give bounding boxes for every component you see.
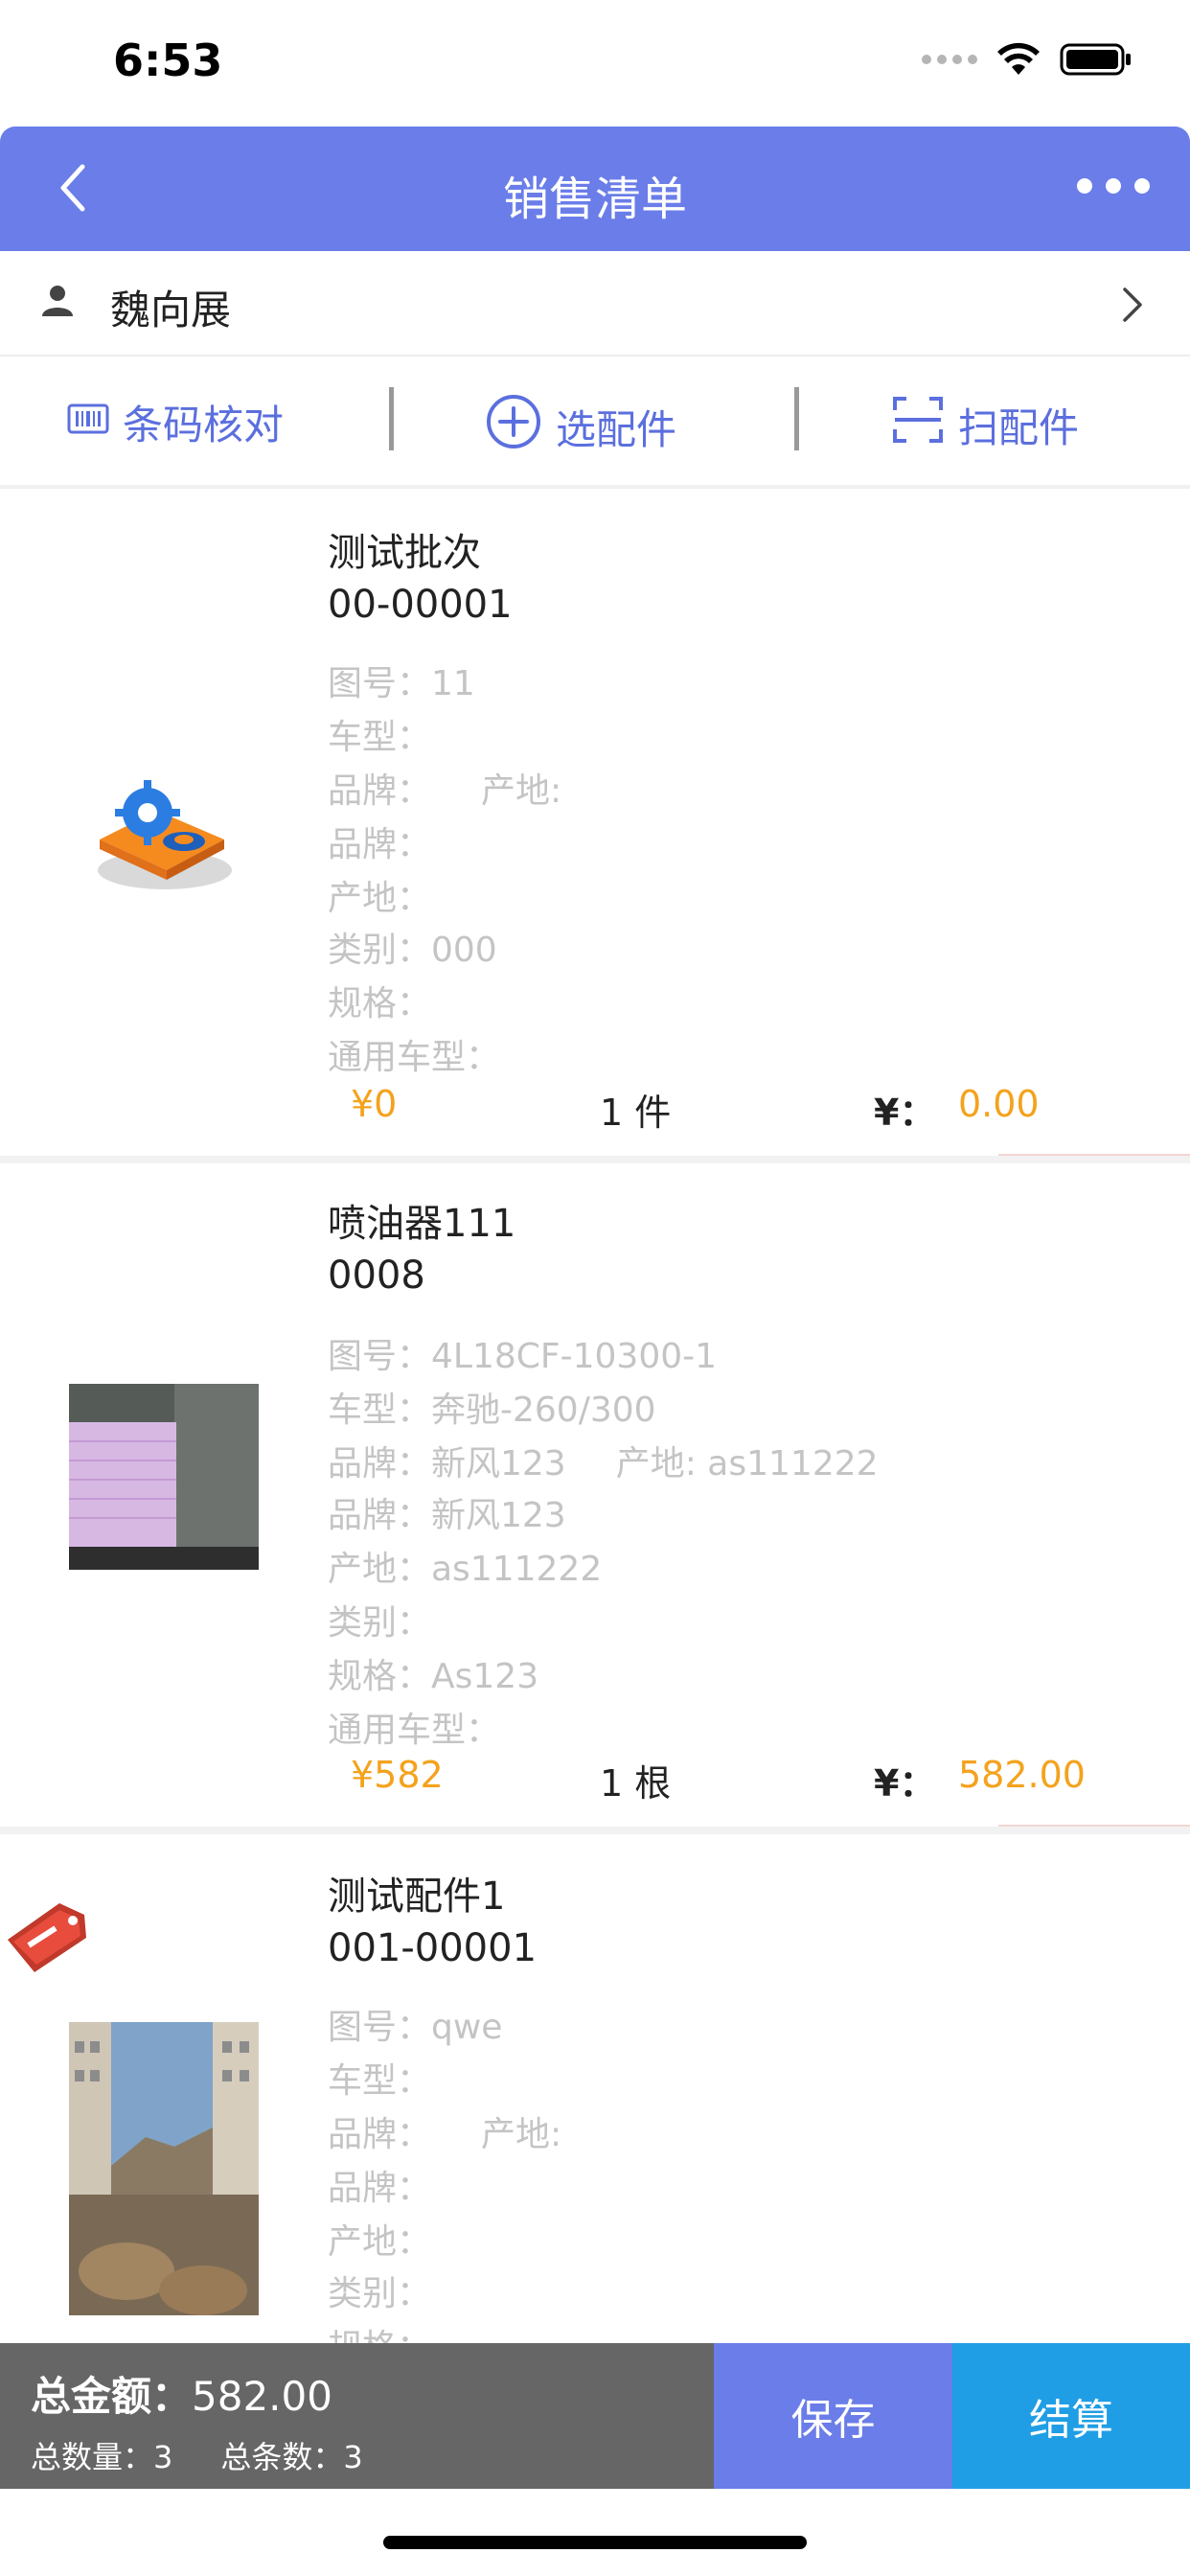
item-brand-origin: 品牌：新风123 产地: as111222: [328, 1436, 879, 1485]
brand-label: 品牌：: [328, 771, 432, 811]
chevron-right-icon: [1117, 284, 1146, 330]
more-icon[interactable]: [1077, 178, 1150, 194]
item-amount-label: ¥：: [874, 1092, 936, 1134]
divider: [389, 387, 394, 450]
item-universal-model: 通用车型：: [328, 1711, 501, 1750]
item-brand-origin: 品牌： 产地:: [328, 2106, 561, 2156]
total-counts: 总数量：3 总条数：3: [31, 2433, 363, 2477]
order-summary: 总金额：582.00 总数量：3 总条数：3: [0, 2343, 714, 2489]
item-name: 测试配件1: [328, 1874, 506, 1919]
item-model: 车型：奔驰-260/300: [328, 1391, 656, 1430]
tag-icon: [0, 1886, 96, 1976]
item-code: 00-00001: [328, 583, 513, 627]
item-category: 类别：000: [328, 931, 497, 970]
scan-parts-label: 扫配件: [958, 403, 1080, 451]
item-drawing-no: 图号：qwe: [328, 2008, 503, 2047]
item-origin: 产地：: [328, 2222, 432, 2262]
list-item[interactable]: 测试批次 00-00001 图号：11 车型： 品牌： 产地: 品牌： 产地： 类…: [0, 493, 1190, 1156]
item-name: 测试批次: [328, 531, 481, 575]
person-icon: [38, 282, 77, 324]
item-photo: [69, 1384, 259, 1570]
item-brand: 品牌：: [328, 825, 432, 864]
signal-icon: [922, 55, 977, 64]
bottom-action-bar: 总金额：582.00 总数量：3 总条数：3 保存 结算: [0, 2343, 1190, 2489]
select-parts-button[interactable]: 选配件: [485, 393, 676, 460]
status-time: 6:53: [113, 34, 223, 86]
item-spec: 规格：As123: [328, 1657, 539, 1696]
item-quantity: 1 件: [600, 1092, 672, 1134]
gear-settings-icon: [80, 757, 243, 905]
divider: [794, 387, 799, 450]
item-name: 喷油器111: [328, 1202, 516, 1246]
item-origin: 产地：: [328, 879, 432, 918]
brand-label: 品牌：: [328, 2115, 432, 2154]
total-lines: 总条数：3: [220, 2439, 363, 2475]
barcode-icon: [67, 399, 109, 446]
scan-parts-button[interactable]: 扫配件: [891, 393, 1079, 456]
divider: [0, 1827, 1190, 1834]
divider: [0, 1156, 1190, 1163]
item-price: ¥0: [351, 1083, 398, 1125]
origin-label: 产地: as111222: [615, 1444, 879, 1484]
item-spec: 规格：: [328, 2319, 431, 2343]
origin-label: 产地:: [481, 771, 562, 811]
brand-label: 品牌：新风123: [328, 1444, 566, 1484]
barcode-check-label: 条码核对: [123, 402, 285, 448]
total-amount-label: 总金额：: [31, 2373, 193, 2420]
action-toolbar: 条码核对 选配件 扫配件: [0, 356, 1190, 489]
home-indicator[interactable]: [383, 2536, 807, 2549]
add-circle-icon: [485, 393, 542, 460]
item-drawing-no: 图号：4L18CF-10300-1: [328, 1337, 718, 1376]
total-amount-value: 582.00: [192, 2373, 332, 2420]
item-brand: 品牌：: [328, 2169, 432, 2208]
customer-name: 魏向展: [110, 287, 232, 334]
origin-label: 产地:: [481, 2115, 562, 2154]
item-category: 类别：: [328, 1603, 432, 1643]
save-button[interactable]: 保存: [714, 2343, 952, 2489]
battery-icon: [1060, 42, 1133, 77]
nav-bar: 销售清单: [0, 126, 1190, 251]
item-brand-origin: 品牌： 产地:: [328, 763, 561, 813]
list-item[interactable]: 喷油器111 0008 图号：4L18CF-10300-1 车型：奔驰-260/…: [0, 1163, 1190, 1827]
item-amount-label: ¥：: [874, 1762, 936, 1805]
scan-icon: [891, 393, 945, 456]
item-drawing-no: 图号：11: [328, 664, 475, 703]
item-code: 0008: [328, 1254, 425, 1298]
item-origin: 产地：as111222: [328, 1550, 603, 1589]
item-photo: [69, 2022, 259, 2315]
barcode-check-button[interactable]: 条码核对: [67, 393, 284, 451]
customer-row[interactable]: 魏向展: [0, 251, 1190, 356]
select-parts-label: 选配件: [556, 405, 677, 453]
item-amount: 0.00: [958, 1083, 1040, 1125]
item-price: ¥582: [351, 1754, 444, 1796]
total-quantity: 总数量：3: [31, 2439, 173, 2475]
wifi-icon: [996, 42, 1041, 77]
item-code: 001-00001: [328, 1926, 538, 1970]
list-item[interactable]: 测试配件1 001-00001 图号：qwe 车型： 品牌： 产地: 品牌： 产地…: [0, 1834, 1190, 2343]
item-model: 车型：: [328, 2061, 432, 2101]
status-icons: [922, 42, 1133, 77]
item-universal-model: 通用车型：: [328, 1038, 501, 1077]
total-amount: 总金额：582.00: [31, 2364, 332, 2423]
item-quantity: 1 根: [600, 1762, 672, 1805]
item-amount: 582.00: [958, 1754, 1086, 1796]
item-spec: 规格：: [328, 984, 432, 1024]
item-model: 车型：: [328, 718, 432, 757]
item-category: 类别：: [328, 2274, 432, 2313]
page-title: 销售清单: [502, 172, 687, 226]
checkout-button[interactable]: 结算: [952, 2343, 1190, 2489]
status-bar: 6:53: [0, 0, 1190, 126]
item-brand: 品牌：新风123: [328, 1496, 566, 1535]
